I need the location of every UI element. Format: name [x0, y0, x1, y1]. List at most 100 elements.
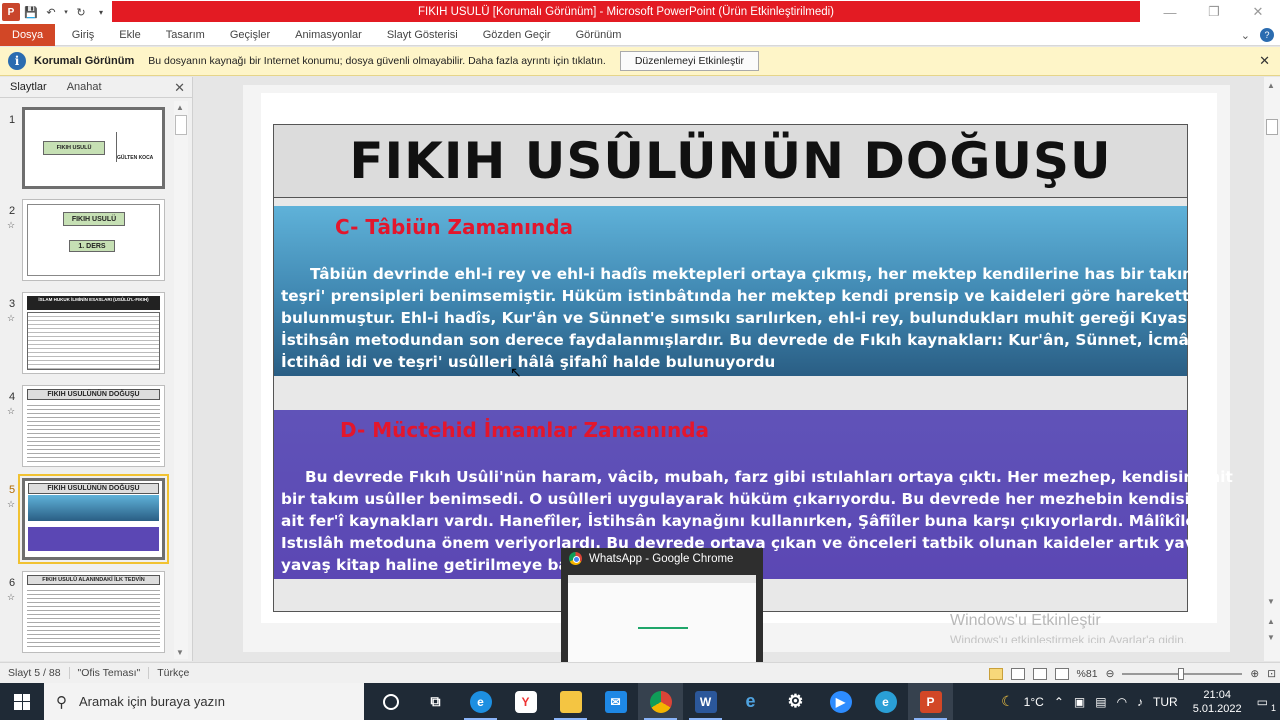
redo-icon[interactable]: ↻ [72, 2, 90, 22]
tab-transitions[interactable]: Geçişler [217, 24, 282, 46]
slides-pane-scrollbar[interactable]: ▲ ▼ [174, 101, 188, 659]
zoom-in-icon[interactable]: ⊕ [1250, 668, 1259, 680]
zoom-app-icon[interactable]: ▶ [818, 683, 863, 720]
reading-view-icon[interactable] [1032, 667, 1047, 680]
protected-view-message[interactable]: Bu dosyanın kaynağı bir Internet konumu;… [148, 55, 606, 67]
animation-star-icon: ☆ [7, 499, 16, 509]
start-button[interactable] [0, 683, 44, 720]
slides-pane: Slaytlar Anahat ✕ 1 FIKIH USULÜ GÜLTEN K… [0, 77, 193, 661]
yandex-icon[interactable]: Y [503, 683, 548, 720]
tab-file[interactable]: Dosya [0, 23, 56, 46]
input-language[interactable]: TUR [1148, 695, 1183, 709]
slide-preview: FIKIH USULÜ ALANINDAKİ İLK TEDVİN [22, 571, 165, 653]
undo-dropdown-icon[interactable]: ▾ [62, 2, 70, 22]
section-c-line: bulunmuştur. Ehl-i hadîs, Kur'ân ve Sünn… [281, 309, 1213, 327]
section-c-heading: C- Tâbiün Zamanında [335, 215, 574, 239]
notifications-icon[interactable]: ▭ 1 [1252, 695, 1280, 713]
powerpoint-app-icon[interactable]: P [2, 2, 20, 22]
animation-star-icon: ☆ [7, 313, 16, 323]
taskbar-apps: ⧉ e Y ✉ W e ⚙ ▶ e P [368, 683, 953, 720]
help-icon[interactable]: ? [1260, 28, 1274, 42]
minimize-button[interactable]: — [1148, 0, 1192, 24]
edge-icon[interactable]: e [458, 683, 503, 720]
section-d-line: Bu devrede Fıkıh Usûli'nün haram, vâcib,… [305, 468, 1233, 486]
tab-animations[interactable]: Animasyonlar [283, 24, 375, 46]
slide-number: 5 [9, 484, 16, 496]
slide-preview: FIKIH USULÜ 1. DERS [22, 199, 165, 281]
slide-title-box[interactable]: FIKIH USÛLÜNÜN DOĞUŞU [273, 124, 1188, 198]
tab-insert[interactable]: Ekle [107, 24, 153, 46]
fit-to-window-icon[interactable]: ⊡ [1267, 668, 1276, 680]
animation-star-icon: ☆ [7, 406, 16, 416]
tab-review[interactable]: Gözden Geçir [470, 24, 563, 46]
animation-star-icon: ☆ [7, 220, 16, 230]
tab-home[interactable]: Giriş [59, 24, 107, 46]
thumb-title: FIKIH USULÜ [63, 212, 125, 226]
section-c-line: teşri' prensipleri benimsemiştir. Hüküm … [281, 287, 1200, 305]
activation-watermark-sub: Windows'u etkinleştirmek için Ayarlar'a … [950, 633, 1188, 643]
scrollbar-thumb[interactable] [1266, 119, 1278, 135]
search-icon: ⚲ [56, 693, 67, 711]
preview-thumbnail[interactable] [568, 575, 756, 675]
close-icon[interactable]: ✕ [174, 80, 185, 96]
thumb-title: FIKIH USULÜ [43, 141, 105, 155]
meet-now-icon[interactable]: ▣ [1069, 695, 1090, 709]
theme-name: "Ofis Teması" [70, 667, 150, 679]
ribbon-right-icons: ⌄ ? [1241, 24, 1274, 46]
restore-button[interactable]: ❐ [1192, 0, 1236, 24]
tab-view[interactable]: Görünüm [563, 24, 634, 46]
save-icon[interactable]: 💾 [22, 2, 40, 22]
thumb-title: FIKIH USULÜNÜN DOĞUŞU [27, 389, 160, 400]
powerpoint-taskbar-icon[interactable]: P [908, 683, 953, 720]
network-icon[interactable]: ▤ [1090, 695, 1111, 709]
clock-date: 5.01.2022 [1192, 702, 1242, 715]
protected-view-title: Korumalı Görünüm [34, 55, 135, 67]
slideshow-icon[interactable] [1054, 667, 1069, 680]
volume-icon[interactable]: ♪ [1132, 695, 1148, 709]
customize-qat-icon[interactable]: ▾ [92, 2, 110, 22]
settings-icon[interactable]: ⚙ [773, 683, 818, 720]
tab-design[interactable]: Tasarım [153, 24, 217, 46]
slide-number: 1 [9, 114, 16, 126]
slide-scrollbar[interactable]: ▲ ▼ ▲ ▼ [1264, 77, 1280, 661]
language-indicator[interactable]: Türkçe [149, 667, 197, 679]
status-right: %81 ⊖ ⊕ ⊡ [988, 663, 1276, 684]
tab-slides[interactable]: Slaytlar [0, 77, 57, 98]
file-explorer-icon[interactable] [548, 683, 593, 720]
mail-icon[interactable]: ✉ [593, 683, 638, 720]
slide-sorter-icon[interactable] [1010, 667, 1025, 680]
weather-temp[interactable]: 1°C [1019, 695, 1049, 709]
zoom-level[interactable]: %81 [1077, 668, 1098, 680]
zoom-slider[interactable] [1122, 667, 1243, 680]
task-view-icon[interactable]: ⧉ [413, 683, 458, 720]
slide-title: FIKIH USÛLÜNÜN DOĞUŞU [349, 132, 1112, 190]
windows-logo-icon [14, 693, 30, 710]
cortana-icon[interactable] [368, 683, 413, 720]
wifi-icon[interactable]: ◠ [1112, 695, 1132, 709]
close-icon[interactable]: ✕ [1259, 53, 1270, 69]
normal-view-icon[interactable] [988, 667, 1003, 680]
scrollbar-thumb[interactable] [175, 115, 187, 135]
tray-expand-icon[interactable]: ⌃ [1049, 695, 1069, 709]
tab-slideshow[interactable]: Slayt Gösterisi [374, 24, 470, 46]
section-c-line: İctihâd idi ve teşri' usûlleri hâlâ şifa… [281, 353, 776, 371]
chrome-taskbar-icon[interactable] [638, 683, 683, 720]
slide-number: 3 [9, 298, 16, 310]
enable-editing-button[interactable]: Düzenlemeyi Etkinleştir [619, 51, 759, 71]
section-d-line: bir takım usûller benimsedi. O usûlleri … [281, 490, 1212, 508]
clock[interactable]: 21:04 5.01.2022 [1183, 688, 1252, 716]
weather-moon-icon[interactable]: ☾ [996, 693, 1019, 710]
close-button[interactable]: ✕ [1236, 0, 1280, 24]
word-icon[interactable]: W [683, 683, 728, 720]
undo-icon[interactable]: ↶ [42, 2, 60, 22]
zoom-out-icon[interactable]: ⊖ [1106, 668, 1115, 680]
slide-number: 4 [9, 391, 16, 403]
ribbon-tabs: Dosya Giriş Ekle Tasarım Geçişler Animas… [0, 23, 1280, 46]
ribbon-expand-icon[interactable]: ⌄ [1241, 29, 1250, 42]
internet-explorer-icon[interactable]: e [728, 683, 773, 720]
taskbar-search[interactable]: ⚲ Aramak için buraya yazın [44, 683, 364, 720]
title-bar: P 💾 ↶ ▾ ↻ ▾ FIKIH USULÜ [Korumalı Görünü… [0, 0, 1280, 24]
edge-legacy-icon[interactable]: e [863, 683, 908, 720]
tab-outline[interactable]: Anahat [57, 77, 112, 98]
zoom-slider-knob[interactable] [1178, 667, 1185, 680]
